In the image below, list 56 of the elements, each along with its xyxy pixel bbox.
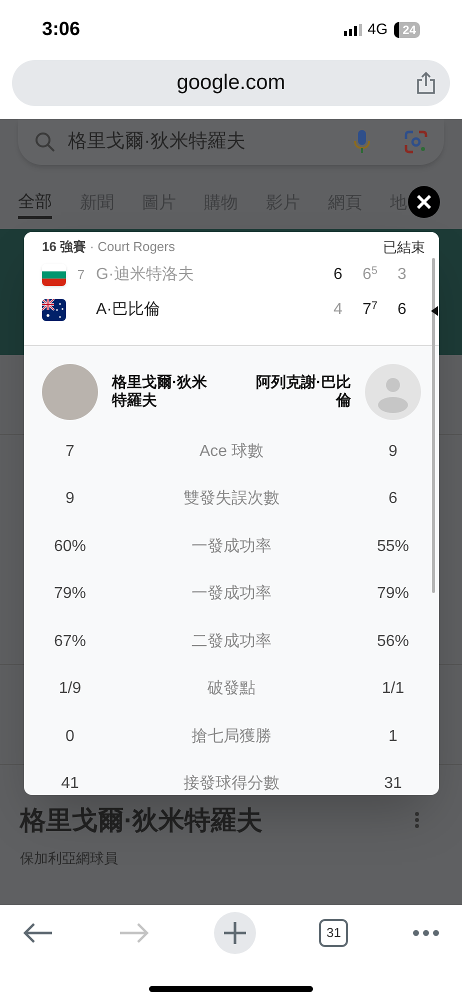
stat-value: 31 [383,774,403,794]
stat-value: 55% [376,536,410,557]
stat-label: 破發點 [206,678,256,700]
stat-value: 60% [52,536,88,557]
signal-icon [344,24,362,36]
close-button[interactable] [408,186,440,218]
new-tab-icon[interactable] [214,912,256,954]
network-label: 4G [368,20,388,40]
entity-title: 格里戈爾·狄米特羅夫 [20,804,263,837]
entity-subtitle: 保加利亞網球員 [20,849,119,868]
tab-count-button[interactable]: 31 [319,918,348,946]
player-name: 阿列克謝·巴比倫 [255,374,351,410]
stat-value: 1/9 [58,679,82,700]
search-tab[interactable]: 全部 [18,187,52,219]
stat-value: 1/1 [380,679,406,700]
stat-value: 1 [388,726,398,747]
set-score: 6 [396,300,408,320]
flag-icon [42,299,66,321]
stat-label: 雙發失誤次數 [182,488,280,510]
player-name: G·迪米特洛夫 [96,264,195,285]
stat-value: 41 [60,774,80,794]
player-name: A·巴比倫 [96,300,161,320]
stat-label: 一發成功率 [190,584,272,604]
stat-value: 9 [64,489,76,510]
stat-value: 6 [388,489,398,510]
set-score: 6$^{5}$ [361,264,379,285]
stat-label: 一發成功率 [190,536,272,557]
stat-value: 79% [376,584,410,604]
back-icon[interactable] [22,922,54,944]
stat-value: 0 [64,726,76,747]
more-icon[interactable] [412,928,440,936]
stat-value: 79% [52,584,88,604]
stat-label: 搶七局獲勝 [190,726,272,747]
flag-icon [42,264,66,286]
stat-value: 9 [388,442,398,462]
set-score: 4 [332,300,344,320]
stat-label: 接發球得分數 [182,774,280,794]
share-icon[interactable] [416,71,436,95]
player-name: 格里戈爾·狄米特羅夫 [112,374,208,410]
match-status: 已結束 [383,238,425,256]
set-score: 3 [396,265,408,285]
search-icon [34,131,56,153]
set-score: 7$^{7}$ [361,298,379,320]
set-score: 6 [332,265,344,285]
stat-label: 二發成功率 [190,632,272,652]
address-bar[interactable]: google.com [12,60,450,106]
close-icon [417,195,431,209]
avatar-icon [365,364,421,420]
stat-value: 67% [52,632,88,652]
stat-label: Ace 球數 [198,442,264,462]
battery-level: 24 [394,22,420,38]
match-round: 16 強賽 · Court Rogers [42,238,175,256]
status-time: 3:06 [42,18,80,42]
stat-value: 7 [64,442,76,462]
player-seed: 7 [76,266,86,284]
stat-value: 56% [376,632,410,652]
